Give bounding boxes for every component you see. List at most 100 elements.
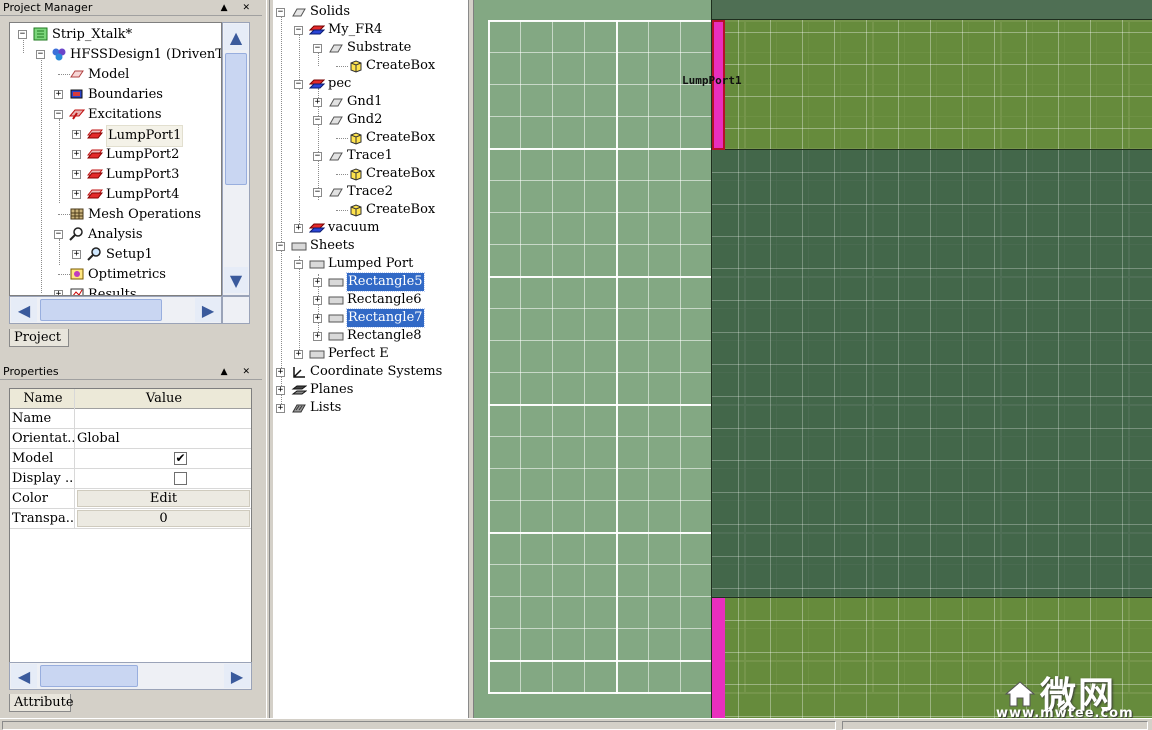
expand-icon[interactable]: + (72, 190, 81, 199)
tree-item-lumpport1[interactable]: + LumpPort1 (10, 125, 221, 147)
ground-strip-top[interactable] (712, 0, 1152, 20)
property-row-color[interactable]: Color Edit (10, 489, 251, 509)
scroll-left-icon[interactable]: ◀ (11, 298, 37, 322)
expand-icon[interactable]: + (276, 386, 285, 395)
model-tree-item-coordinate-systems[interactable]: + Coordinate Systems (273, 363, 468, 381)
model-tree-item-createbox[interactable]: CreateBox (273, 57, 468, 75)
model-tree-item-planes[interactable]: + Planes (273, 381, 468, 399)
expand-icon[interactable]: + (72, 130, 81, 139)
expand-icon[interactable]: + (313, 98, 322, 107)
expand-icon[interactable]: + (72, 150, 81, 159)
model-tree-item-lumped-port[interactable]: − Lumped Port (273, 255, 468, 273)
scroll-left-icon[interactable]: ◀ (11, 664, 37, 688)
tree-item-results[interactable]: + Results (10, 285, 221, 295)
expand-icon[interactable]: + (313, 332, 322, 341)
pane-controls[interactable]: ▲ ✕ (221, 364, 256, 380)
3d-modeler-viewport[interactable]: LumpPort1 (473, 0, 1152, 718)
scroll-right-icon[interactable]: ▶ (195, 298, 221, 322)
collapse-icon[interactable]: − (313, 188, 322, 197)
pane-controls[interactable]: ▲ ✕ (221, 0, 256, 16)
model-tree-item-gnd1[interactable]: + Gnd1 (273, 93, 468, 111)
model-tree-item-rectangle8[interactable]: + Rectangle8 (273, 327, 468, 345)
expand-icon[interactable]: + (276, 404, 285, 413)
tree-item-analysis[interactable]: − Analysis (10, 225, 221, 245)
scroll-up-icon[interactable]: ▲ (224, 24, 248, 50)
tree-item-excitations[interactable]: − Excitations (10, 105, 221, 125)
model-tree-item-createbox[interactable]: CreateBox (273, 129, 468, 147)
expand-icon[interactable]: + (72, 170, 81, 179)
property-row-transparency[interactable]: Transpa... 0 (10, 509, 251, 529)
tree-item-lumpport4[interactable]: + LumpPort4 (10, 185, 221, 205)
transparency-value[interactable]: 0 (77, 510, 250, 527)
model-tree-item-trace2[interactable]: − Trace2 (273, 183, 468, 201)
collapse-icon[interactable]: − (294, 260, 303, 269)
model-tree-item-createbox[interactable]: CreateBox (273, 201, 468, 219)
scroll-thumb[interactable] (40, 665, 138, 687)
tree-item-lumpport2[interactable]: + LumpPort2 (10, 145, 221, 165)
trace1-object[interactable] (712, 20, 1152, 150)
model-tree-item-substrate[interactable]: − Substrate (273, 39, 468, 57)
pane-splitter[interactable] (266, 0, 270, 718)
collapse-icon[interactable]: − (276, 8, 285, 17)
collapse-icon[interactable]: − (276, 242, 285, 251)
tree-item-optimetrics[interactable]: Optimetrics (10, 265, 221, 285)
collapse-icon[interactable]: − (294, 80, 303, 89)
collapse-icon[interactable]: − (313, 116, 322, 125)
expand-icon[interactable]: + (313, 314, 322, 323)
tree-item-hfssdesign1-driventerr[interactable]: − HFSSDesign1 (DrivenTerr (10, 45, 221, 65)
collapse-icon[interactable]: − (54, 230, 63, 239)
collapse-icon[interactable]: − (54, 110, 63, 119)
property-row-orientation[interactable]: Orientat... Global (10, 429, 251, 449)
collapse-icon[interactable]: − (36, 50, 45, 59)
model-tree-item-rectangle7[interactable]: + Rectangle7 (273, 308, 468, 328)
lump-port2-sheet[interactable] (712, 598, 725, 718)
scroll-down-icon[interactable]: ▼ (224, 267, 248, 293)
model-tree-item-lists[interactable]: + Lists (273, 399, 468, 417)
model-tree-item-gnd2[interactable]: − Gnd2 (273, 111, 468, 129)
expand-icon[interactable]: + (294, 224, 303, 233)
model-tree-item-rectangle6[interactable]: + Rectangle6 (273, 291, 468, 309)
expand-icon[interactable]: + (313, 278, 322, 287)
model-tree-item-createbox[interactable]: CreateBox (273, 165, 468, 183)
expand-icon[interactable]: + (72, 250, 81, 259)
expand-icon[interactable]: + (54, 90, 63, 99)
property-row-model[interactable]: Model ✔ (10, 449, 251, 469)
tab-project[interactable]: Project (9, 329, 69, 347)
collapse-icon[interactable]: − (18, 30, 27, 39)
model-tree-item-rectangle5[interactable]: + Rectangle5 (273, 272, 468, 292)
scroll-right-icon[interactable]: ▶ (224, 664, 250, 688)
ground-object[interactable] (712, 150, 1152, 598)
properties-horizontal-scrollbar[interactable]: ◀ ▶ (9, 662, 252, 690)
model-tree-item-solids[interactable]: − Solids (273, 3, 468, 21)
color-edit-button[interactable]: Edit (77, 490, 250, 507)
collapse-icon[interactable]: − (313, 152, 322, 161)
expand-icon[interactable]: + (313, 296, 322, 305)
tree-item-model[interactable]: Model (10, 65, 221, 85)
project-tree-horizontal-scrollbar[interactable]: ◀ (9, 296, 222, 324)
model-tree-item-pec[interactable]: − pec (273, 75, 468, 93)
tree-item-boundaries[interactable]: + Boundaries (10, 85, 221, 105)
project-tree-vertical-scrollbar[interactable]: ▲ ▼ (222, 22, 250, 296)
model-tree-item-trace1[interactable]: − Trace1 (273, 147, 468, 165)
display-wireframe-checkbox[interactable] (174, 472, 187, 485)
expand-icon[interactable]: + (294, 350, 303, 359)
property-row-display[interactable]: Display ... (10, 469, 251, 489)
tree-item-setup1[interactable]: + Setup1 (10, 245, 221, 265)
tree-item-lumpport3[interactable]: + LumpPort3 (10, 165, 221, 185)
tree-item-strip-xtalk[interactable]: − Strip_Xtalk* (10, 25, 221, 45)
scroll-thumb[interactable] (225, 53, 247, 185)
tree-item-mesh-operations[interactable]: Mesh Operations (10, 205, 221, 225)
model-tree-item-perfect-e[interactable]: + Perfect E (273, 345, 468, 363)
expand-icon[interactable]: + (276, 368, 285, 377)
model-checkbox[interactable]: ✔ (174, 452, 187, 465)
scroll-thumb[interactable] (40, 299, 162, 321)
model-tree-item-vacuum[interactable]: + vacuum (273, 219, 468, 237)
collapse-icon[interactable]: − (313, 44, 322, 53)
model-tree-item-my-fr4[interactable]: − My_FR4 (273, 21, 468, 39)
property-value[interactable] (76, 409, 251, 429)
property-value[interactable]: Global (76, 429, 251, 449)
tab-attribute[interactable]: Attribute (9, 694, 74, 712)
model-tree-item-sheets[interactable]: − Sheets (273, 237, 468, 255)
property-row-name[interactable]: Name (10, 409, 251, 429)
collapse-icon[interactable]: − (294, 26, 303, 35)
